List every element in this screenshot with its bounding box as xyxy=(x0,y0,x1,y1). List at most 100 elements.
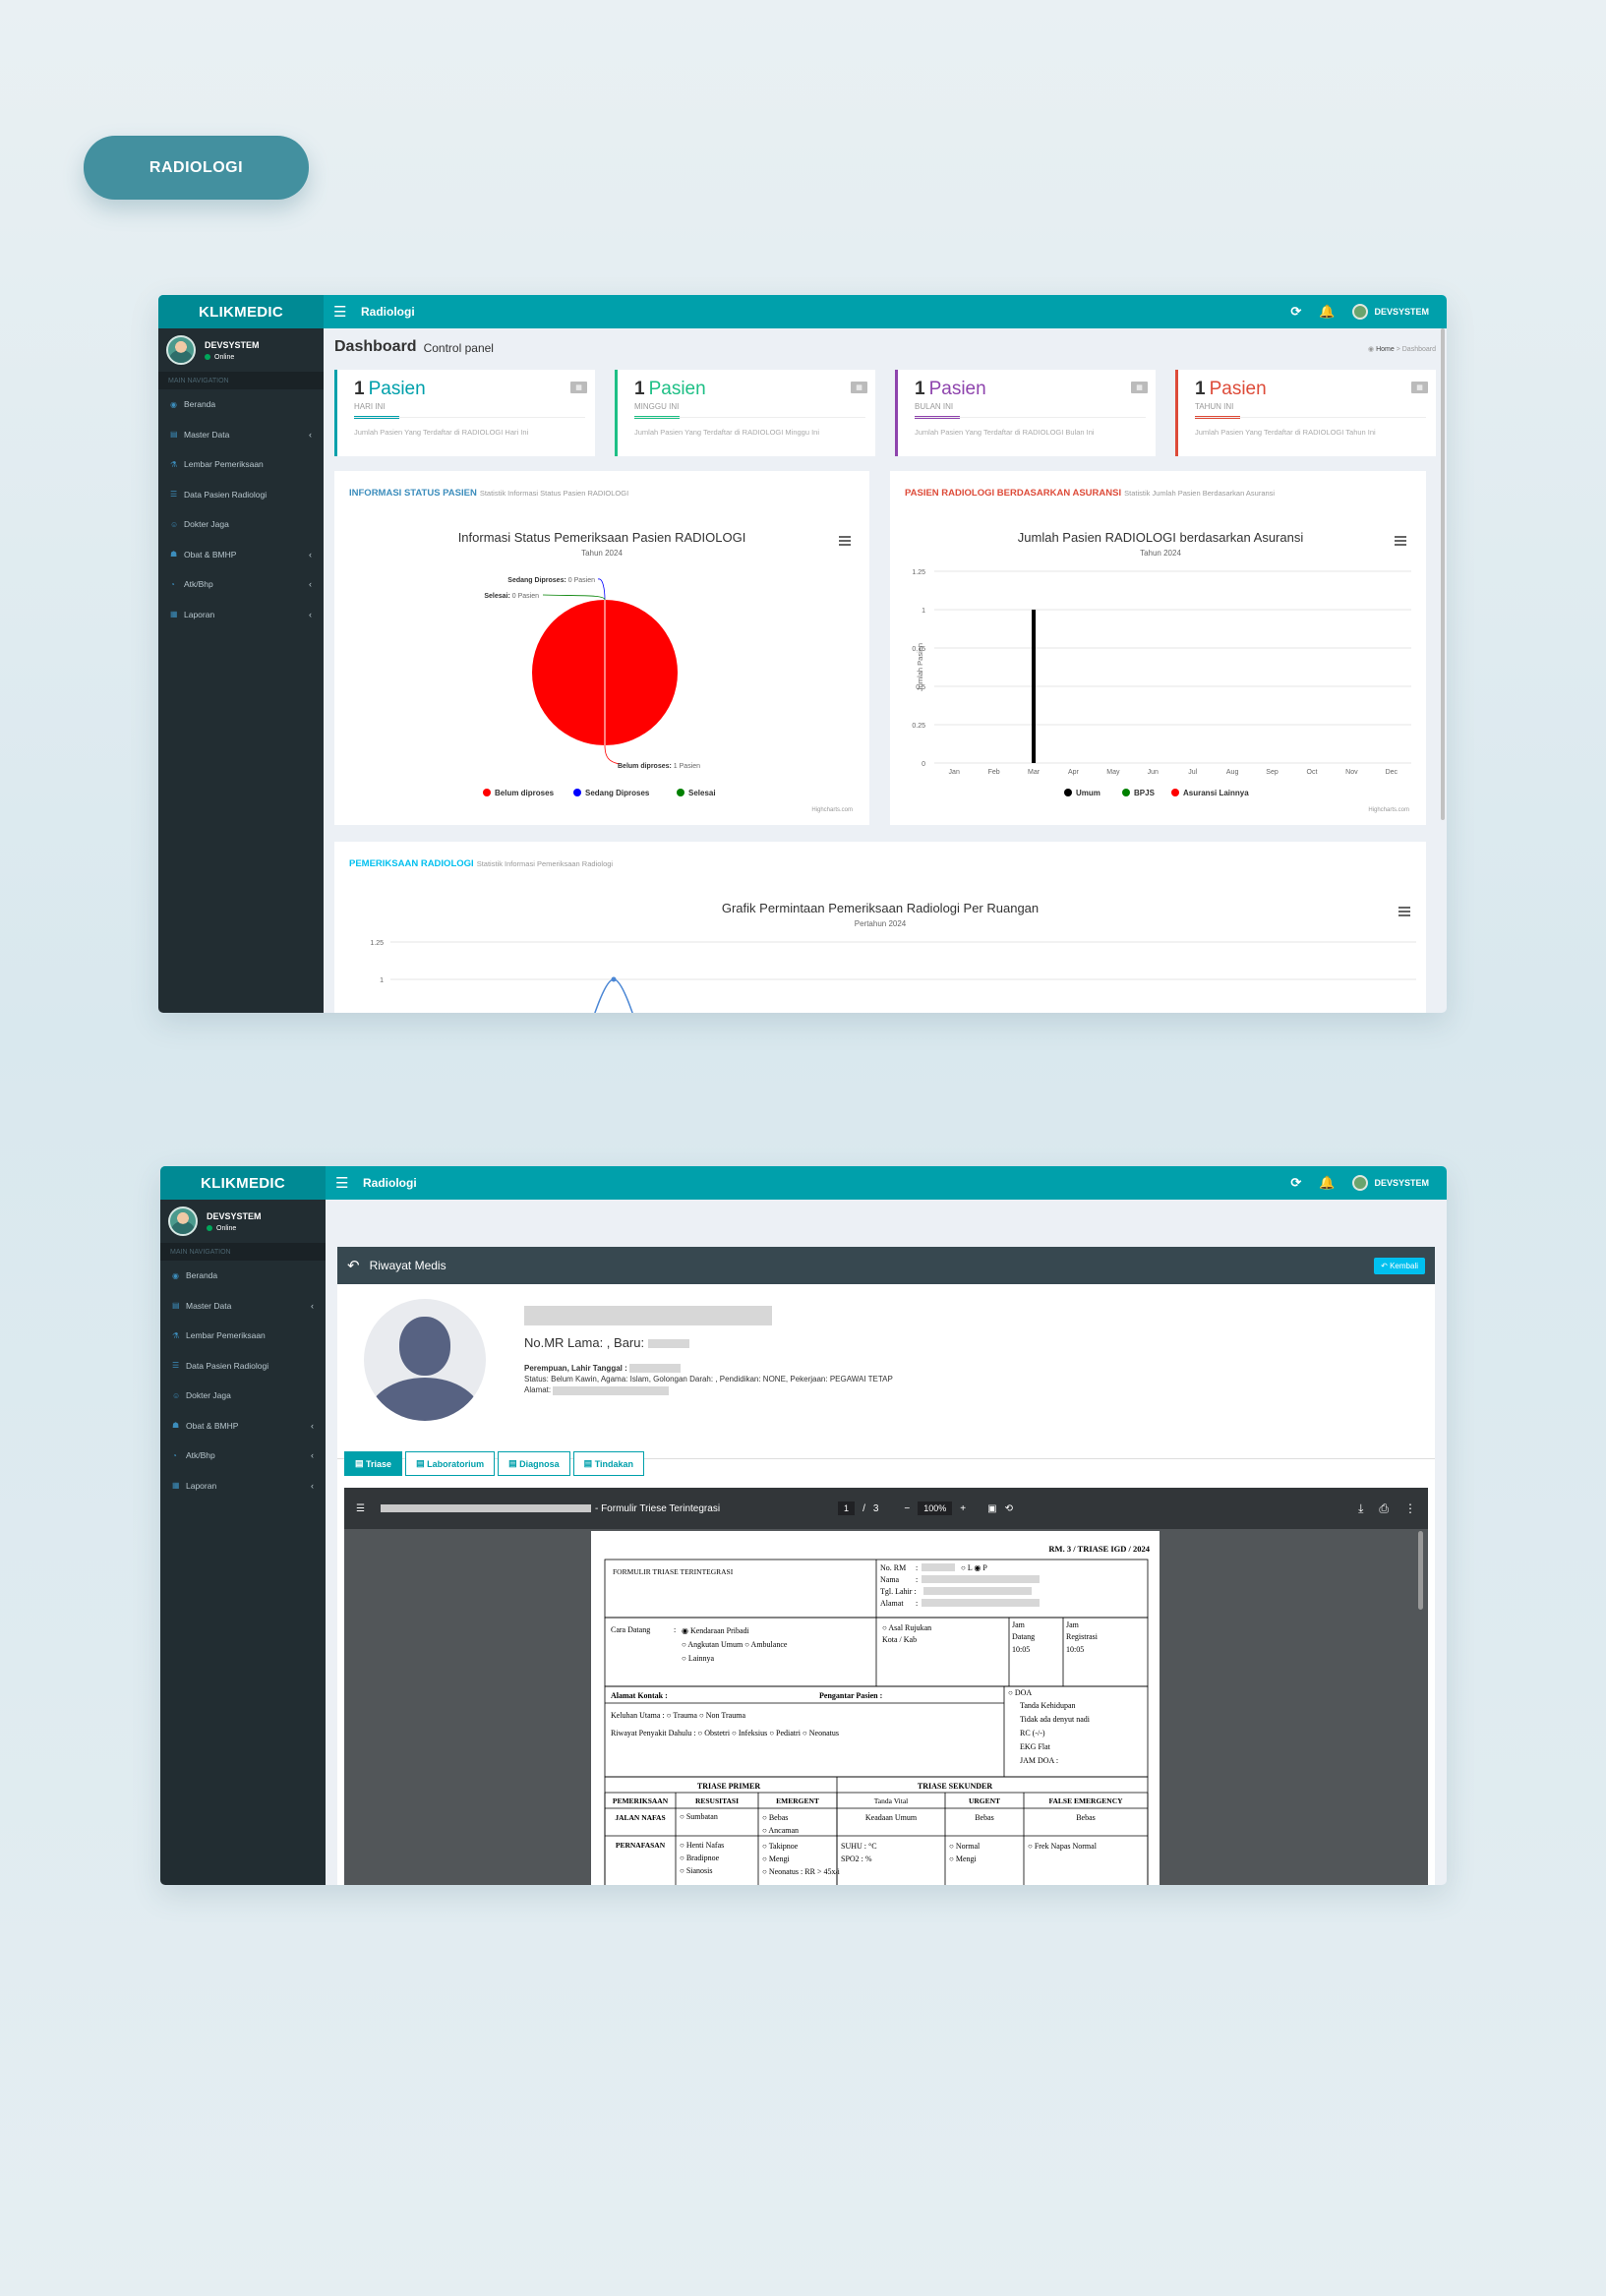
rotate-icon[interactable]: ⟲ xyxy=(1005,1503,1013,1514)
online-dot-icon xyxy=(207,1225,212,1231)
chart-menu-icon[interactable] xyxy=(839,536,851,546)
user-md-icon: ☺ xyxy=(172,1390,181,1400)
form-text: : xyxy=(916,1563,918,1572)
tab-diagnosa[interactable]: ▤ Diagnosa xyxy=(498,1451,570,1476)
sidebar-item-laporan[interactable]: ▦ Laporan ‹ xyxy=(158,600,324,630)
zoom-level[interactable]: 100% xyxy=(918,1501,953,1515)
zoom-in-icon[interactable]: + xyxy=(960,1503,966,1514)
stat-caption: BULAN INI xyxy=(915,402,954,411)
download-icon[interactable]: ⤓ xyxy=(1358,1501,1363,1516)
y-tick-label: 0 xyxy=(922,761,925,768)
stat-description: Jumlah Pasien Yang Terdaftar di RADIOLOG… xyxy=(1195,428,1376,437)
sidebar-item-laporan[interactable]: ▦ Laporan ‹ xyxy=(160,1471,326,1501)
stat-box-3: 1 Pasien BULAN INI Jumlah Pasien Yang Terda… xyxy=(895,370,1156,456)
print-icon[interactable]: ⎙ xyxy=(1379,1501,1389,1516)
zoom-out-icon[interactable]: − xyxy=(904,1503,910,1514)
chart-menu-icon[interactable] xyxy=(1398,907,1410,916)
tab-label: Laboratorium xyxy=(427,1458,485,1469)
sidebar-item-beranda[interactable]: ◉ Beranda xyxy=(160,1261,326,1291)
tab-triase[interactable]: ▤ Triase xyxy=(344,1451,403,1476)
sidebar-item-label: Lembar Pemeriksaan xyxy=(186,1330,266,1341)
sidebar-item-lembar-pemeriksaan[interactable]: ⚗ Lembar Pemeriksaan xyxy=(158,449,324,480)
bar xyxy=(1032,610,1037,763)
breadcrumb: ◉ Home > Dashboard xyxy=(1368,346,1436,353)
sidebar-item-obat-bmhp[interactable]: ☗ Obat & BMHP ‹ xyxy=(158,540,324,570)
cart-icon: ☗ xyxy=(170,550,178,559)
sidebar-item-master-data[interactable]: ▤ Master Data ‹ xyxy=(158,420,324,450)
avatar xyxy=(1352,304,1369,320)
bell-icon[interactable]: 🔔 xyxy=(1319,304,1335,320)
sidebar-item-data-pasien-radiologi[interactable]: ☰ Data Pasien Radiologi xyxy=(158,480,324,510)
file-icon: ▤ xyxy=(508,1458,517,1468)
sidebar-item-label: Laporan xyxy=(184,609,215,619)
x-tick-label: Aug xyxy=(1226,769,1239,776)
chevron-left-icon: ‹ xyxy=(309,579,312,590)
back-arrow-icon[interactable]: ↶ xyxy=(347,1257,360,1274)
sidebar-item-dokter-jaga[interactable]: ☺ Dokter Jaga xyxy=(158,509,324,540)
form-title: FORMULIR TRIASE TERINTEGRASI xyxy=(613,1567,734,1576)
form-text: ○ DOA xyxy=(1008,1688,1032,1697)
patient-name-redacted xyxy=(524,1306,772,1325)
menu-icon[interactable]: ☰ xyxy=(356,1503,365,1514)
breadcrumb-home[interactable]: Home xyxy=(1376,346,1395,353)
brand-logo[interactable]: KLIKMEDIC xyxy=(158,295,324,328)
bell-icon[interactable]: 🔔 xyxy=(1319,1175,1335,1191)
sidebar-item-atk-bhp[interactable]: ◔ Atk/Bhp ‹ xyxy=(158,569,324,600)
brand-logo[interactable]: KLIKMEDIC xyxy=(160,1166,326,1200)
legend-item: Umum xyxy=(1076,789,1100,797)
form-text: Riwayat Penyakit Dahulu : ○ Obstetri ○ I… xyxy=(611,1729,839,1737)
y-tick-label: 1.25 xyxy=(912,569,925,576)
tab-tindakan[interactable]: ▤ Tindakan xyxy=(572,1451,645,1476)
menu-toggle-icon[interactable]: ☰ xyxy=(335,1174,351,1192)
pie-icon: ◔ xyxy=(172,1450,177,1460)
menu-toggle-icon[interactable]: ☰ xyxy=(333,303,349,321)
sidebar-item-label: Obat & BMHP xyxy=(184,549,237,559)
page-input[interactable]: 1 xyxy=(838,1501,856,1515)
sidebar-item-dokter-jaga[interactable]: ☺ Dokter Jaga xyxy=(160,1381,326,1411)
more-icon[interactable]: ⋮ xyxy=(1404,1501,1416,1516)
bar-chart: Jumlah Pasien RADIOLOGI berdasarkan Asur… xyxy=(912,530,1411,813)
sidebar-item-label: Atk/Bhp xyxy=(184,579,213,590)
legend-marker xyxy=(677,789,684,796)
patient-status: Status: Belum Kawin, Agama: Islam, Golon… xyxy=(524,1375,893,1384)
form-text: ○ Ancaman xyxy=(762,1826,799,1835)
form-text: EKG Flat xyxy=(1020,1742,1051,1751)
status-panel: INFORMASI STATUS PASIEN Statistik Informa… xyxy=(334,471,869,825)
sidebar-item-data-pasien-radiologi[interactable]: ☰ Data Pasien Radiologi xyxy=(160,1351,326,1382)
user-status: Online xyxy=(216,1224,237,1232)
sidebar-user-panel: DEVSYSTEM Online xyxy=(158,328,324,372)
redacted xyxy=(380,1504,591,1512)
fit-page-icon[interactable]: ▣ xyxy=(987,1503,996,1514)
stat-box-1: 1 Pasien HARI INI Jumlah Pasien Yang Terdaf… xyxy=(334,370,595,456)
flask-icon: ⚗ xyxy=(172,1330,180,1340)
refresh-icon[interactable]: ⟳ xyxy=(1290,1175,1301,1191)
x-tick-label: Sep xyxy=(1266,769,1279,776)
user-menu[interactable]: DEVSYSTEM xyxy=(1352,1175,1429,1191)
pdf-scrollbar[interactable] xyxy=(1418,1531,1423,1610)
user-name: DEVSYSTEM xyxy=(1374,1178,1429,1188)
sidebar: DEVSYSTEM Online MAIN NAVIGATION ◉ Berand… xyxy=(160,1200,326,1885)
sidebar-item-beranda[interactable]: ◉ Beranda xyxy=(158,389,324,420)
kembali-button[interactable]: ↶ Kembali xyxy=(1374,1257,1425,1274)
form-text: Tgl. Lahir : xyxy=(880,1587,917,1596)
form-label: TRIASE SEKUNDER xyxy=(918,1782,992,1791)
legend-marker xyxy=(1171,789,1179,796)
form-text: : xyxy=(674,1625,676,1634)
pdf-page: RM. 3 / TRIASE IGD / 2024 FORMULIR TRIASE… xyxy=(591,1531,1160,1885)
sidebar-item-master-data[interactable]: ▤ Master Data ‹ xyxy=(160,1291,326,1322)
form-text: Nama xyxy=(880,1575,900,1584)
tab-laboratorium[interactable]: ▤ Laboratorium xyxy=(405,1451,496,1476)
redacted xyxy=(922,1575,1040,1583)
refresh-icon[interactable]: ⟳ xyxy=(1290,304,1301,320)
user-menu[interactable]: DEVSYSTEM xyxy=(1352,304,1429,320)
pdf-title: - Formulir Triese Terintegrasi xyxy=(594,1502,721,1514)
chart-credit: Highcharts.com xyxy=(811,807,853,813)
scrollbar[interactable] xyxy=(1441,328,1445,820)
sidebar-item-lembar-pemeriksaan[interactable]: ⚗ Lembar Pemeriksaan xyxy=(160,1321,326,1351)
line-chart: Grafik Permintaan Pemeriksaan Radiologi … xyxy=(370,901,1416,1013)
form-text: Alamat xyxy=(880,1599,904,1608)
chart-menu-icon[interactable] xyxy=(1395,536,1406,546)
sidebar-item-atk-bhp[interactable]: ◔ Atk/Bhp ‹ xyxy=(160,1441,326,1471)
sidebar-item-obat-bmhp[interactable]: ☗ Obat & BMHP ‹ xyxy=(160,1411,326,1442)
form-text: Jam xyxy=(1066,1620,1080,1629)
